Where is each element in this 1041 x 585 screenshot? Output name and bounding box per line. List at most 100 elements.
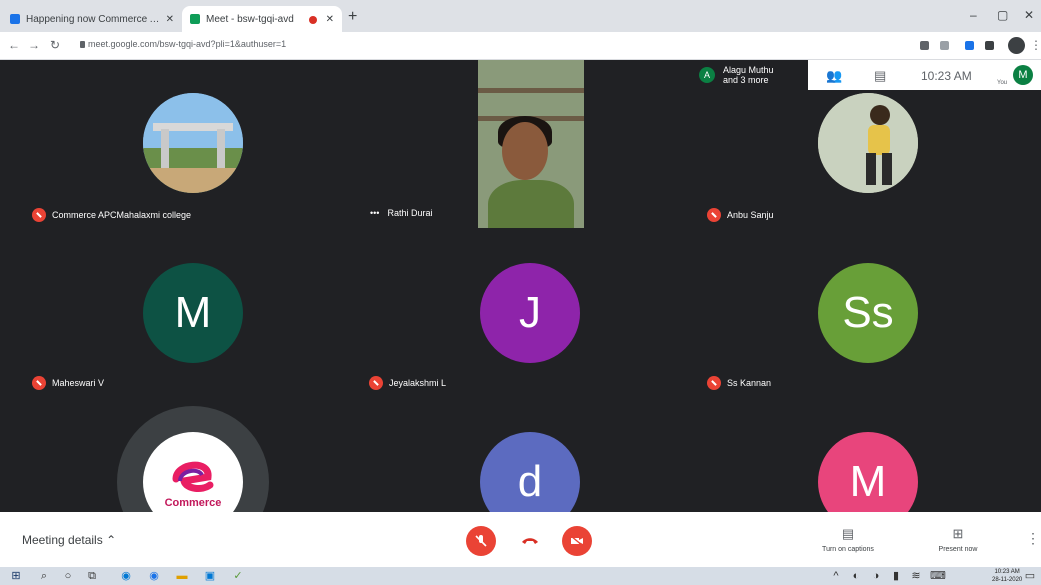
presenter-avatar: A	[699, 67, 715, 83]
commerce-logo: Commerce	[143, 432, 243, 512]
top-right-panel: 👥 ▤ 10:23 AM You M	[808, 60, 1041, 90]
participant-nametag: Maheswari V	[32, 376, 104, 390]
browser-tab-strip: Happening now Commerce AP... ✕ Meet - bs…	[0, 0, 1041, 32]
windows-start-icon[interactable]: ⊞	[10, 570, 22, 582]
presenting-indicator[interactable]: A Alagu Muthu and 3 more	[693, 60, 808, 90]
network-icon[interactable]: ◐	[850, 570, 862, 582]
participant-name: Ss Kannan	[727, 378, 772, 388]
person-body	[488, 180, 574, 228]
wifi-icon[interactable]: ≋	[910, 570, 922, 582]
participant-avatar: M	[143, 263, 243, 363]
camera-off-icon	[570, 535, 584, 547]
reload-icon[interactable]: ↻	[50, 38, 60, 52]
mic-off-icon	[369, 376, 383, 390]
more-options-icon[interactable]: •••	[370, 208, 379, 218]
new-tab-icon[interactable]: +	[348, 8, 357, 26]
person-photo-icon	[818, 93, 918, 193]
avatar-letter: M	[174, 288, 212, 337]
participant-nametag: Jeyalakshmi L	[369, 376, 446, 390]
mic-toggle-button[interactable]	[466, 526, 496, 556]
participant-video	[478, 60, 584, 228]
present-icon: ⊞	[952, 526, 964, 541]
cortana-icon[interactable]: ○	[62, 570, 74, 582]
meeting-controls: Meeting details ⌃ ▤ Turn on captions ⊞ P…	[0, 512, 1041, 567]
taskbar-clock[interactable]: 10:23 AM 28-11-2020	[992, 568, 1022, 584]
mic-off-icon	[32, 208, 46, 222]
people-icon[interactable]: 👥	[826, 68, 842, 84]
taskbar-time: 10:23 AM	[994, 569, 1020, 575]
extension-icon[interactable]	[965, 41, 974, 50]
chat-icon[interactable]: ▤	[874, 68, 886, 84]
close-icon[interactable]: ✕	[166, 14, 174, 25]
meeting-grid: Commerce APCMahalaxmi college ••• Rathi …	[0, 60, 1041, 512]
store-icon[interactable]: ▣	[204, 570, 216, 582]
puzzle-icon[interactable]	[985, 41, 994, 50]
logo-text: Commerce	[164, 497, 222, 509]
tab-meet[interactable]: Meet - bsw-tgqi-avd ✕	[182, 6, 342, 32]
participant-photo-avatar	[818, 93, 918, 193]
maximize-icon[interactable]: ▢	[997, 8, 1008, 22]
language-icon[interactable]: ⌨	[930, 570, 946, 582]
camera-icon[interactable]	[920, 41, 929, 50]
mic-off-icon	[707, 376, 721, 390]
participant-nametag: ••• Rathi Durai	[360, 200, 478, 226]
notification-icon[interactable]: ▭	[1024, 570, 1036, 582]
volume-icon[interactable]: ◑	[870, 570, 882, 582]
meet-icon	[190, 14, 200, 24]
tab-commerce[interactable]: Happening now Commerce AP... ✕	[2, 6, 182, 32]
participant-avatar: d	[480, 432, 580, 512]
edge-icon[interactable]: ◉	[120, 570, 132, 582]
back-icon[interactable]: ←	[8, 38, 20, 52]
gate-photo-icon	[143, 93, 243, 193]
tray-chevron-icon[interactable]: ^	[830, 570, 842, 582]
mic-off-icon	[32, 376, 46, 390]
participant-avatar: Ss	[818, 263, 918, 363]
profile-avatar[interactable]	[1008, 37, 1025, 54]
menu-icon[interactable]: ⋮	[1030, 38, 1041, 52]
participant-name: Maheswari V	[52, 378, 105, 388]
participant-avatar: M	[818, 432, 918, 512]
avatar-letter: d	[517, 457, 543, 506]
participant-nametag: Commerce APCMahalaxmi college	[32, 208, 191, 222]
person-face	[502, 122, 548, 180]
participant-name: Jeyalakshmi L	[389, 378, 447, 388]
end-call-button[interactable]	[515, 526, 545, 556]
camera-toggle-button[interactable]	[562, 526, 592, 556]
avatar-letter: Ss	[842, 288, 894, 337]
minimize-icon[interactable]: –	[970, 8, 977, 22]
app-icon[interactable]: ✓	[232, 570, 244, 582]
close-window-icon[interactable]: ✕	[1024, 8, 1034, 22]
participant-photo-avatar	[143, 93, 243, 193]
self-label: You	[997, 80, 1008, 86]
task-view-icon[interactable]: ⧉	[86, 570, 98, 582]
meeting-time: 10:23 AM	[921, 69, 972, 83]
present-label: Present now	[938, 546, 978, 553]
presenting-label: Alagu Muthu and 3 more	[723, 65, 774, 85]
mic-off-icon	[475, 535, 487, 547]
search-icon[interactable]: ⌕	[38, 570, 50, 582]
star-icon[interactable]	[940, 41, 949, 50]
meeting-details-button[interactable]: Meeting details ⌃	[22, 533, 116, 547]
close-icon[interactable]: ✕	[326, 14, 334, 25]
favicon-icon	[10, 14, 20, 24]
tab-title: Happening now Commerce AP...	[26, 13, 160, 25]
more-options-icon[interactable]: ⋮	[1026, 530, 1040, 547]
taskbar-date: 28-11-2020	[992, 577, 1023, 583]
file-explorer-icon[interactable]: ▬	[176, 570, 188, 582]
url-field[interactable]: meet.google.com/bsw-tgqi-avd?pli=1&authu…	[88, 39, 286, 49]
captions-button[interactable]: ▤ Turn on captions	[808, 526, 888, 553]
shelf	[478, 88, 584, 93]
captions-icon: ▤	[841, 526, 855, 541]
self-avatar[interactable]: M	[1013, 65, 1033, 85]
chevron-up-icon: ⌃	[106, 533, 117, 547]
captions-label: Turn on captions	[822, 546, 874, 553]
battery-icon[interactable]: ▮	[890, 570, 902, 582]
hangup-icon	[522, 538, 538, 544]
participant-name: Anbu Sanju	[727, 210, 774, 220]
windows-taskbar: ⊞ ⌕ ○ ⧉ ◉ ◉ ▬ ▣ ✓ ^ ◐ ◑ ▮ ≋ ⌨ 10:23 AM 28…	[0, 567, 1041, 585]
chrome-icon[interactable]: ◉	[148, 570, 160, 582]
forward-icon[interactable]: →	[28, 38, 40, 52]
speaking-ring: Commerce	[117, 406, 269, 512]
present-now-button[interactable]: ⊞ Present now	[918, 526, 998, 553]
address-bar: ← → ↻ meet.google.com/bsw-tgqi-avd?pli=1…	[0, 32, 1041, 60]
